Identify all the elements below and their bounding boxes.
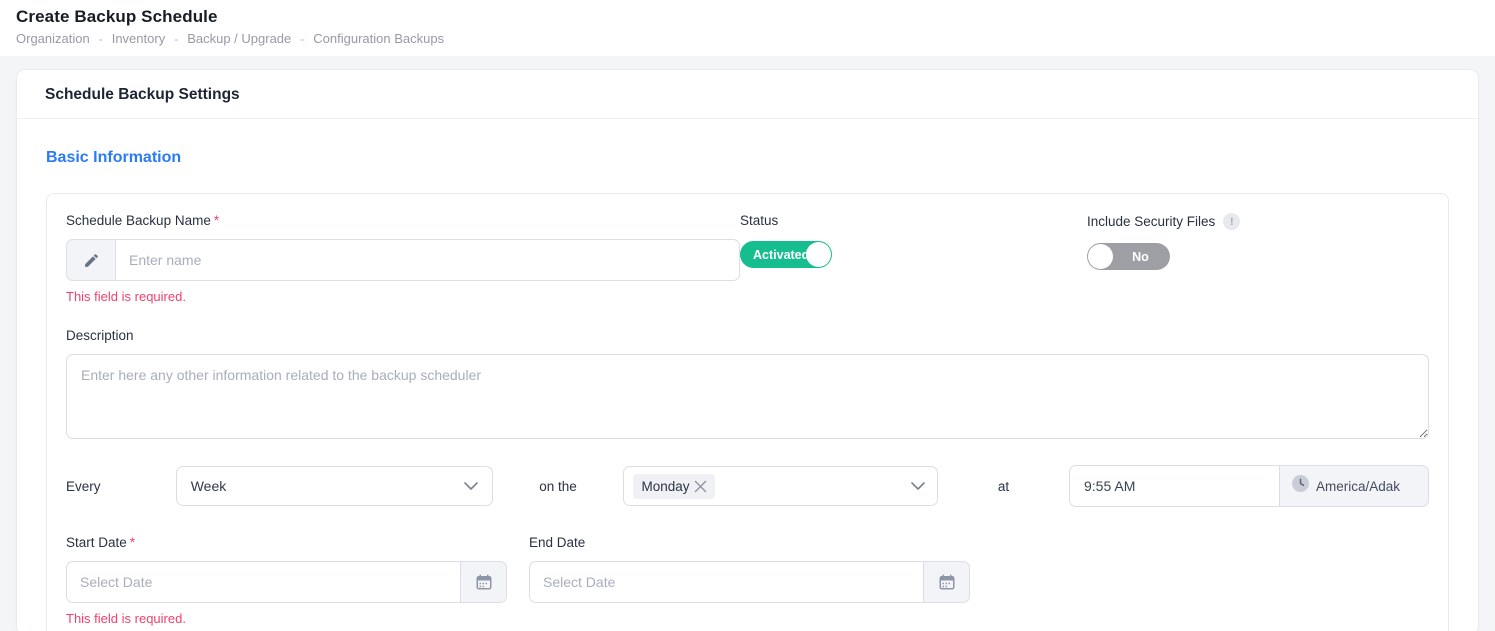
selected-day-chip: Monday bbox=[633, 474, 715, 499]
include-security-files-label: Include Security Files bbox=[1087, 214, 1215, 229]
status-label: Status bbox=[740, 213, 1087, 228]
breadcrumb-item-configuration-backups[interactable]: Configuration Backups bbox=[313, 31, 444, 46]
start-date-input[interactable] bbox=[66, 561, 460, 603]
include-security-files-toggle[interactable]: No bbox=[1087, 243, 1170, 270]
breadcrumb-item-inventory[interactable]: Inventory bbox=[112, 31, 165, 46]
end-date-group bbox=[529, 561, 970, 603]
start-date-label: Start Date* bbox=[66, 535, 507, 550]
timezone-addon[interactable]: America/Adak bbox=[1279, 465, 1429, 507]
day-multiselect[interactable]: Monday bbox=[623, 466, 938, 506]
name-required-error: This field is required. bbox=[66, 289, 740, 304]
every-label: Every bbox=[66, 479, 176, 494]
breadcrumb-separator: - bbox=[99, 32, 103, 46]
time-input[interactable] bbox=[1069, 465, 1279, 507]
end-date-label: End Date bbox=[529, 535, 970, 550]
selected-day-label: Monday bbox=[641, 479, 689, 494]
security-toggle-label: No bbox=[1132, 250, 1149, 264]
description-label: Description bbox=[66, 328, 1429, 343]
timezone-value: America/Adak bbox=[1316, 479, 1400, 494]
schedule-backup-name-label: Schedule Backup Name* bbox=[66, 213, 740, 228]
schedule-backup-name-group bbox=[66, 239, 740, 281]
start-date-calendar-button[interactable] bbox=[460, 561, 507, 603]
breadcrumb-separator: - bbox=[300, 32, 304, 46]
page-title: Create Backup Schedule bbox=[16, 7, 1479, 27]
frequency-selected-value: Week bbox=[191, 478, 227, 494]
time-group: America/Adak bbox=[1069, 465, 1429, 507]
toggle-knob bbox=[1088, 244, 1113, 269]
schedule-backup-settings-card: Schedule Backup Settings Basic Informati… bbox=[16, 69, 1479, 631]
status-toggle[interactable]: Activated bbox=[740, 241, 832, 268]
schedule-backup-name-input[interactable] bbox=[115, 239, 740, 281]
card-header-title: Schedule Backup Settings bbox=[17, 70, 1478, 119]
on-the-label: on the bbox=[493, 479, 624, 494]
toggle-knob bbox=[806, 242, 831, 267]
pencil-icon bbox=[66, 239, 115, 281]
clock-icon bbox=[1292, 475, 1309, 497]
start-date-required-error: This field is required. bbox=[66, 611, 507, 626]
description-textarea[interactable] bbox=[66, 354, 1429, 439]
page-header: Create Backup Schedule Organization - In… bbox=[0, 0, 1495, 56]
required-asterisk: * bbox=[130, 535, 135, 550]
section-title-basic-information: Basic Information bbox=[46, 149, 1449, 167]
breadcrumb-item-backup-upgrade[interactable]: Backup / Upgrade bbox=[187, 31, 291, 46]
info-icon[interactable]: ! bbox=[1223, 213, 1240, 230]
chevron-down-icon bbox=[464, 477, 478, 495]
status-toggle-label: Activated bbox=[753, 248, 809, 262]
breadcrumb-item-organization[interactable]: Organization bbox=[16, 31, 90, 46]
chevron-down-icon bbox=[911, 477, 925, 495]
breadcrumb: Organization - Inventory - Backup / Upgr… bbox=[16, 31, 1479, 46]
breadcrumb-separator: - bbox=[174, 32, 178, 46]
end-date-calendar-button[interactable] bbox=[923, 561, 970, 603]
required-asterisk: * bbox=[214, 213, 219, 228]
frequency-select[interactable]: Week bbox=[176, 466, 493, 506]
basic-information-panel: Schedule Backup Name* This field is requ… bbox=[46, 193, 1449, 631]
at-label: at bbox=[938, 479, 1069, 494]
remove-day-icon[interactable] bbox=[694, 480, 707, 493]
end-date-input[interactable] bbox=[529, 561, 923, 603]
start-date-group bbox=[66, 561, 507, 603]
